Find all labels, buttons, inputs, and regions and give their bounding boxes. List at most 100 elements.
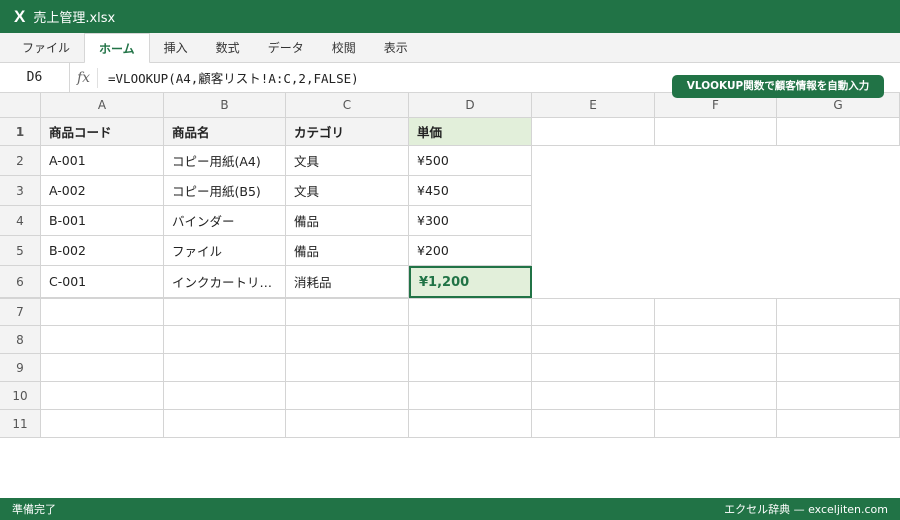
empty-cell[interactable] [777, 326, 900, 354]
empty-cell[interactable] [655, 176, 777, 206]
empty-cell[interactable] [532, 326, 655, 354]
table-cell[interactable]: 消耗品 [286, 266, 409, 298]
row-header[interactable]: 10 [0, 382, 41, 410]
table-cell[interactable]: B-001 [41, 206, 164, 236]
tab-file[interactable]: ファイル [8, 33, 84, 63]
column-header-e[interactable]: E [532, 93, 655, 118]
empty-cell[interactable] [777, 354, 900, 382]
empty-cell[interactable] [409, 354, 532, 382]
row-header[interactable]: 1 [0, 118, 41, 146]
empty-cell[interactable] [777, 382, 900, 410]
empty-cell[interactable] [41, 299, 164, 326]
empty-cell[interactable] [655, 146, 777, 176]
row-header[interactable]: 2 [0, 146, 41, 176]
empty-cell[interactable] [532, 146, 655, 176]
empty-cell[interactable] [655, 382, 777, 410]
empty-cell[interactable] [164, 299, 286, 326]
empty-cell[interactable] [164, 354, 286, 382]
empty-cell[interactable] [41, 410, 164, 438]
empty-cell[interactable] [655, 410, 777, 438]
table-header-cell[interactable]: カテゴリ [286, 118, 409, 146]
empty-cell[interactable] [532, 206, 655, 236]
row-header[interactable]: 5 [0, 236, 41, 266]
empty-cell[interactable] [532, 382, 655, 410]
empty-cell[interactable] [777, 118, 900, 146]
table-cell[interactable]: 文具 [286, 146, 409, 176]
empty-cell[interactable] [286, 382, 409, 410]
tab-review[interactable]: 校閲 [318, 33, 370, 63]
row-header[interactable]: 9 [0, 354, 41, 382]
empty-cell[interactable] [655, 326, 777, 354]
empty-cell[interactable] [777, 410, 900, 438]
empty-cell[interactable] [655, 266, 777, 298]
table-cell[interactable]: コピー用紙(A4) [164, 146, 286, 176]
table-cell[interactable]: バインダー [164, 206, 286, 236]
empty-cell[interactable] [777, 146, 900, 176]
table-cell[interactable]: ¥200 [409, 236, 532, 266]
column-header-a[interactable]: A [41, 93, 164, 118]
tab-data[interactable]: データ [254, 33, 318, 63]
row-header[interactable]: 11 [0, 410, 41, 438]
table-cell[interactable]: コピー用紙(B5) [164, 176, 286, 206]
empty-cell[interactable] [41, 354, 164, 382]
empty-cell[interactable] [409, 410, 532, 438]
row-header[interactable]: 6 [0, 266, 41, 298]
empty-cell[interactable] [532, 236, 655, 266]
tab-view[interactable]: 表示 [370, 33, 422, 63]
table-cell[interactable]: ファイル [164, 236, 286, 266]
empty-cell[interactable] [532, 410, 655, 438]
table-cell[interactable]: C-001 [41, 266, 164, 298]
empty-cell[interactable] [777, 299, 900, 326]
tab-formulas[interactable]: 数式 [202, 33, 254, 63]
empty-cell[interactable] [655, 118, 777, 146]
table-header-cell[interactable]: 商品コード [41, 118, 164, 146]
empty-cell[interactable] [409, 382, 532, 410]
table-cell[interactable]: 文具 [286, 176, 409, 206]
table-cell[interactable]: 備品 [286, 236, 409, 266]
tab-home[interactable]: ホーム [84, 33, 150, 64]
row-header[interactable]: 4 [0, 206, 41, 236]
empty-cell[interactable] [777, 176, 900, 206]
empty-cell[interactable] [777, 206, 900, 236]
row-header[interactable]: 8 [0, 326, 41, 354]
empty-cell[interactable] [532, 266, 655, 298]
column-header-b[interactable]: B [164, 93, 286, 118]
empty-cell[interactable] [286, 410, 409, 438]
empty-cell[interactable] [41, 382, 164, 410]
empty-cell[interactable] [655, 354, 777, 382]
empty-cell[interactable] [655, 299, 777, 326]
table-cell[interactable]: A-002 [41, 176, 164, 206]
name-box[interactable]: D6 [0, 62, 70, 93]
empty-cell[interactable] [532, 354, 655, 382]
empty-cell[interactable] [286, 299, 409, 326]
fx-icon[interactable]: fx [70, 67, 98, 88]
row-header[interactable]: 3 [0, 176, 41, 206]
table-cell[interactable]: インクカートリ… [164, 266, 286, 298]
empty-cell[interactable] [164, 326, 286, 354]
column-header-d[interactable]: D [409, 93, 532, 118]
empty-cell[interactable] [532, 118, 655, 146]
tab-insert[interactable]: 挿入 [150, 33, 202, 63]
empty-cell[interactable] [164, 382, 286, 410]
table-cell[interactable]: A-001 [41, 146, 164, 176]
empty-cell[interactable] [409, 299, 532, 326]
empty-cell[interactable] [655, 236, 777, 266]
table-cell[interactable]: ¥300 [409, 206, 532, 236]
empty-cell[interactable] [532, 299, 655, 326]
empty-cell[interactable] [655, 206, 777, 236]
table-cell[interactable]: ¥500 [409, 146, 532, 176]
row-header[interactable]: 7 [0, 299, 41, 326]
empty-cell[interactable] [286, 354, 409, 382]
select-all-corner[interactable] [0, 93, 41, 118]
empty-cell[interactable] [777, 266, 900, 298]
empty-cell[interactable] [286, 326, 409, 354]
table-header-cell[interactable]: 単価 [409, 118, 532, 146]
table-cell[interactable]: 備品 [286, 206, 409, 236]
empty-cell[interactable] [164, 410, 286, 438]
empty-cell[interactable] [532, 176, 655, 206]
formula-input[interactable]: =VLOOKUP(A4,顧客リスト!A:C,2,FALSE) [98, 68, 359, 87]
table-header-cell[interactable]: 商品名 [164, 118, 286, 146]
column-header-c[interactable]: C [286, 93, 409, 118]
selected-cell-d6[interactable]: ¥1,200 [409, 266, 532, 298]
empty-cell[interactable] [409, 326, 532, 354]
